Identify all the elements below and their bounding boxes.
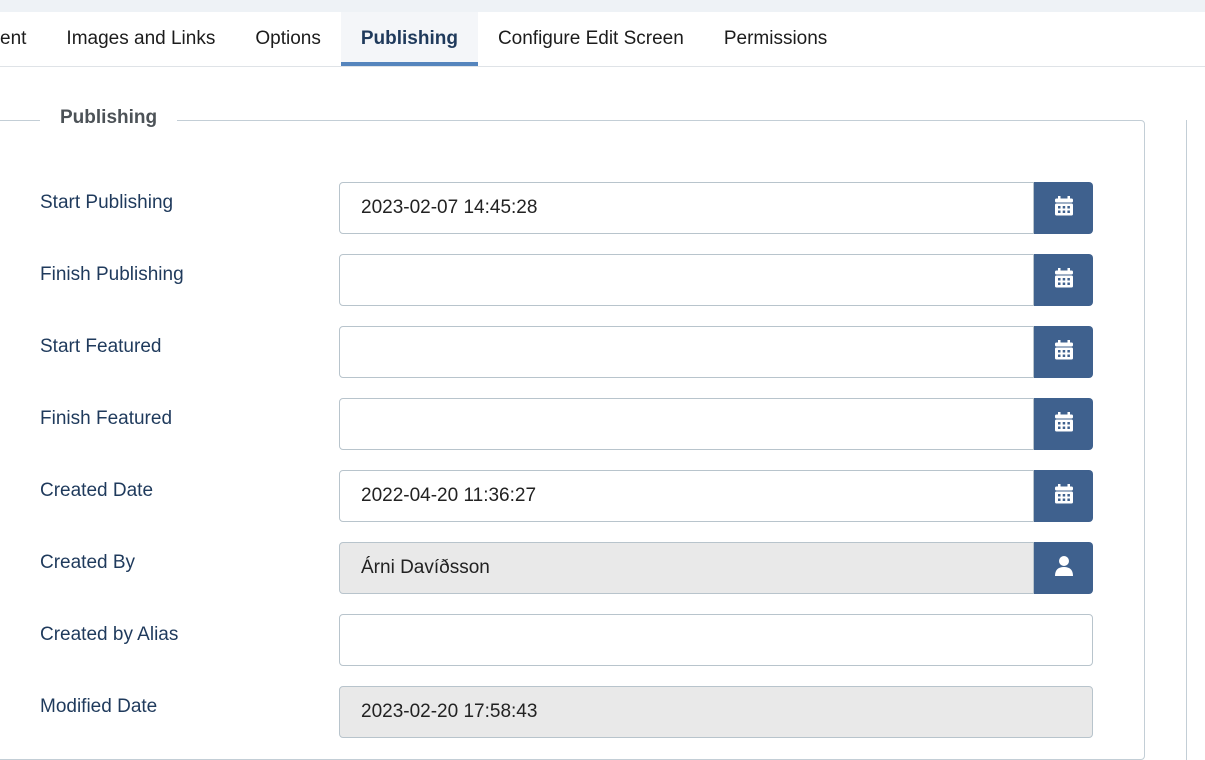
start-publishing-label: Start Publishing xyxy=(40,192,174,213)
user-icon xyxy=(1054,555,1073,581)
finish-publishing-label: Finish Publishing xyxy=(40,264,184,285)
field-row-created-date: Created Date 2022-04-20 11:36:27 xyxy=(0,470,1100,522)
top-bar xyxy=(0,0,1205,12)
field-row-created-by: Created By Árni Davíðsson xyxy=(0,542,1100,594)
created-by-alias-input[interactable] xyxy=(339,614,1093,666)
start-publishing-calendar-button[interactable] xyxy=(1034,182,1093,234)
finish-featured-label: Finish Featured xyxy=(40,408,173,429)
created-date-label: Created Date xyxy=(40,480,154,501)
field-row-finish-publishing: Finish Publishing xyxy=(0,254,1100,306)
field-row-created-by-alias: Created by Alias xyxy=(0,614,1100,666)
calendar-icon xyxy=(1054,195,1073,221)
tab-bar: ent Images and Links Options Publishing … xyxy=(0,12,1205,67)
field-row-modified-date: Modified Date 2023-02-20 17:58:43 xyxy=(0,686,1100,738)
calendar-icon xyxy=(1054,339,1073,365)
calendar-icon xyxy=(1054,411,1073,437)
finish-publishing-input[interactable] xyxy=(339,254,1034,306)
tab-publishing[interactable]: Publishing xyxy=(340,12,478,66)
created-by-select-user-button[interactable] xyxy=(1034,542,1093,594)
finish-featured-calendar-button[interactable] xyxy=(1034,398,1093,450)
fieldset-legend: Publishing xyxy=(40,107,178,129)
right-column xyxy=(1186,120,1205,760)
field-row-start-featured: Start Featured xyxy=(0,326,1100,378)
start-publishing-input[interactable]: 2023-02-07 14:45:28 xyxy=(339,182,1034,234)
modified-date-label: Modified Date xyxy=(40,696,158,717)
calendar-icon xyxy=(1054,267,1073,293)
tab-content[interactable]: ent xyxy=(0,12,46,66)
modified-date-input[interactable]: 2023-02-20 17:58:43 xyxy=(339,686,1093,738)
finish-publishing-calendar-button[interactable] xyxy=(1034,254,1093,306)
finish-featured-input[interactable] xyxy=(339,398,1034,450)
created-by-alias-label: Created by Alias xyxy=(40,624,179,645)
tab-options[interactable]: Options xyxy=(235,12,340,66)
created-date-input[interactable]: 2022-04-20 11:36:27 xyxy=(339,470,1034,522)
tab-configure-edit-screen[interactable]: Configure Edit Screen xyxy=(478,12,704,66)
start-featured-calendar-button[interactable] xyxy=(1034,326,1093,378)
created-by-input[interactable]: Árni Davíðsson xyxy=(339,542,1034,594)
created-date-calendar-button[interactable] xyxy=(1034,470,1093,522)
field-row-start-publishing: Start Publishing 2023-02-07 14:45:28 xyxy=(0,182,1100,234)
tab-images-and-links[interactable]: Images and Links xyxy=(46,12,235,66)
start-featured-input[interactable] xyxy=(339,326,1034,378)
field-row-finish-featured: Finish Featured xyxy=(0,398,1100,450)
calendar-icon xyxy=(1054,483,1073,509)
created-by-label: Created By xyxy=(40,552,136,573)
tab-permissions[interactable]: Permissions xyxy=(704,12,847,66)
start-featured-label: Start Featured xyxy=(40,336,162,357)
